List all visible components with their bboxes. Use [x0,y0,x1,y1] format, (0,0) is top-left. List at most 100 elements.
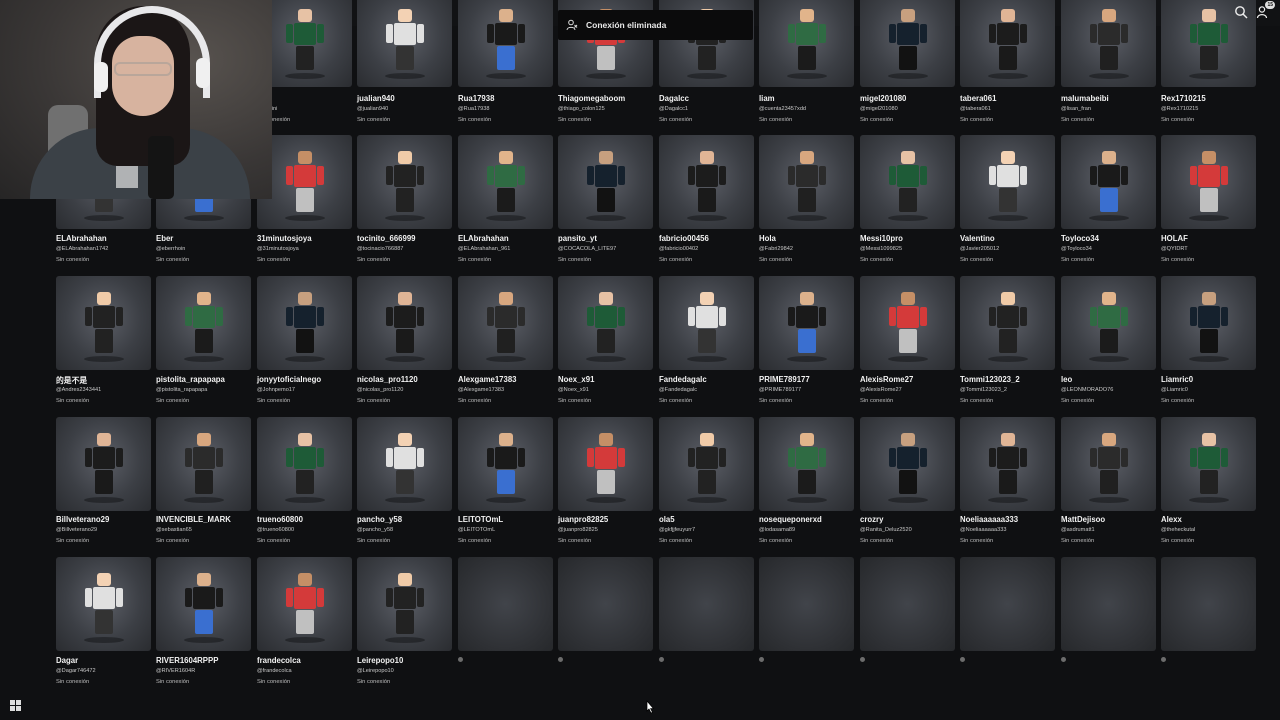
display-name[interactable]: Liamric0 [1161,375,1193,384]
avatar-thumbnail[interactable] [759,276,854,370]
display-name[interactable]: MattDejisoo [1061,515,1105,524]
avatar-thumbnail[interactable] [458,276,553,370]
avatar-thumbnail[interactable] [257,276,352,370]
avatar-thumbnail[interactable] [558,276,653,370]
display-name[interactable]: Tommi123023_2 [960,375,1020,384]
avatar-thumbnail[interactable] [558,417,653,511]
display-name[interactable]: 的是不是 [56,375,87,386]
display-name[interactable]: leo [1061,375,1072,384]
display-name[interactable]: juanpro82825 [558,515,608,524]
avatar-thumbnail[interactable] [759,0,854,87]
avatar-thumbnail[interactable] [257,557,352,651]
username-handle: @pistolita_rapapapa [156,387,208,393]
avatar-thumbnail[interactable] [960,276,1055,370]
search-icon[interactable] [1234,5,1248,19]
display-name[interactable]: AlexisRome27 [860,375,913,384]
avatar-thumbnail[interactable] [860,417,955,511]
avatar-thumbnail[interactable] [960,417,1055,511]
display-name[interactable]: Dagar [56,656,78,665]
display-name[interactable]: liam [759,94,775,103]
username-handle: @pancho_y58 [357,527,394,533]
avatar-thumbnail[interactable] [458,135,553,229]
avatar-thumbnail[interactable] [1061,135,1156,229]
display-name[interactable]: RIVER1604RPPP [156,656,218,665]
avatar-thumbnail[interactable] [156,557,251,651]
display-name[interactable]: migel201080 [860,94,906,103]
avatar-thumbnail[interactable] [357,135,452,229]
display-name[interactable]: Fandedagalc [659,375,707,384]
avatar-thumbnail[interactable] [1061,276,1156,370]
display-name[interactable]: Billveterano29 [56,515,109,524]
avatar-thumbnail[interactable] [458,0,553,87]
display-name[interactable]: Alexgame17383 [458,375,517,384]
avatar-thumbnail[interactable] [860,276,955,370]
avatar-thumbnail[interactable] [1161,417,1256,511]
avatar-thumbnail[interactable] [357,276,452,370]
display-name[interactable]: nicolas_pro1120 [357,375,418,384]
display-name[interactable]: pansito_yt [558,234,597,243]
display-name[interactable]: Messi10pro [860,234,903,243]
display-name[interactable]: crozry [860,515,883,524]
display-name[interactable]: Eber [156,234,173,243]
display-name[interactable]: jonyytoficialnego [257,375,321,384]
display-name[interactable]: nosequeponerxd [759,515,822,524]
display-name[interactable]: ELAbrahahan [56,234,107,243]
avatar-thumbnail[interactable] [860,0,955,87]
presence-status: Sin conexión [1061,257,1095,263]
avatar-thumbnail[interactable] [257,417,352,511]
avatar-thumbnail[interactable] [659,417,754,511]
avatar-thumbnail[interactable] [659,135,754,229]
display-name[interactable]: Alexx [1161,515,1182,524]
display-name[interactable]: HOLAF [1161,234,1188,243]
display-name[interactable]: PRIME789177 [759,375,810,384]
display-name[interactable]: Noex_x91 [558,375,594,384]
display-name[interactable]: malumabeibi [1061,94,1109,103]
display-name[interactable]: pistolita_rapapapa [156,375,225,384]
display-name[interactable]: jualian940 [357,94,395,103]
display-name[interactable]: LEITOTOmL [458,515,503,524]
avatar-thumbnail[interactable] [458,417,553,511]
avatar-thumbnail[interactable] [960,0,1055,87]
avatar-thumbnail[interactable] [56,417,151,511]
display-name[interactable]: Thiagomegaboom [558,94,625,103]
avatar-thumbnail[interactable] [659,276,754,370]
avatar-thumbnail[interactable] [558,135,653,229]
friends-notification-icon[interactable]: 15 [1256,1,1275,19]
display-name[interactable]: trueno60800 [257,515,303,524]
avatar-thumbnail[interactable] [156,417,251,511]
display-name[interactable]: Rua17938 [458,94,494,103]
avatar-thumbnail[interactable] [357,0,452,87]
avatar-thumbnail[interactable] [759,135,854,229]
display-name[interactable]: ELAbrahahan [458,234,509,243]
display-name[interactable]: ola5 [659,515,675,524]
avatar-thumbnail[interactable] [56,557,151,651]
avatar-thumbnail[interactable] [860,135,955,229]
display-name[interactable]: Toyloco34 [1061,234,1099,243]
display-name[interactable]: Dagalcc [659,94,689,103]
avatar-thumbnail[interactable] [357,557,452,651]
display-name[interactable]: 31minutosjoya [257,234,312,243]
display-name[interactable]: Leirepopo10 [357,656,403,665]
windows-icon[interactable] [10,700,21,711]
display-name[interactable]: frandecolca [257,656,301,665]
display-name[interactable]: tabera061 [960,94,996,103]
display-name[interactable]: Rex1710215 [1161,94,1206,103]
display-name[interactable]: fabricio00456 [659,234,709,243]
display-name[interactable]: tocinito_666999 [357,234,416,243]
avatar-thumbnail[interactable] [357,417,452,511]
avatar-thumbnail[interactable] [156,276,251,370]
avatar-thumbnail[interactable] [960,135,1055,229]
avatar-thumbnail[interactable] [1161,276,1256,370]
display-name[interactable]: Valentino [960,234,995,243]
avatar-thumbnail[interactable] [1061,417,1156,511]
avatar-thumbnail[interactable] [1061,0,1156,87]
display-name[interactable]: INVENCIBLE_MARK [156,515,231,524]
avatar-thumbnail[interactable] [1161,135,1256,229]
avatar-thumbnail[interactable] [759,417,854,511]
avatar-thumbnail[interactable] [56,276,151,370]
display-name[interactable]: Hola [759,234,776,243]
webcam-overlay [0,0,272,199]
display-name[interactable]: pancho_y58 [357,515,402,524]
presence-status: Sin conexión [960,398,994,404]
display-name[interactable]: Noeliaaaaaa333 [960,515,1018,524]
